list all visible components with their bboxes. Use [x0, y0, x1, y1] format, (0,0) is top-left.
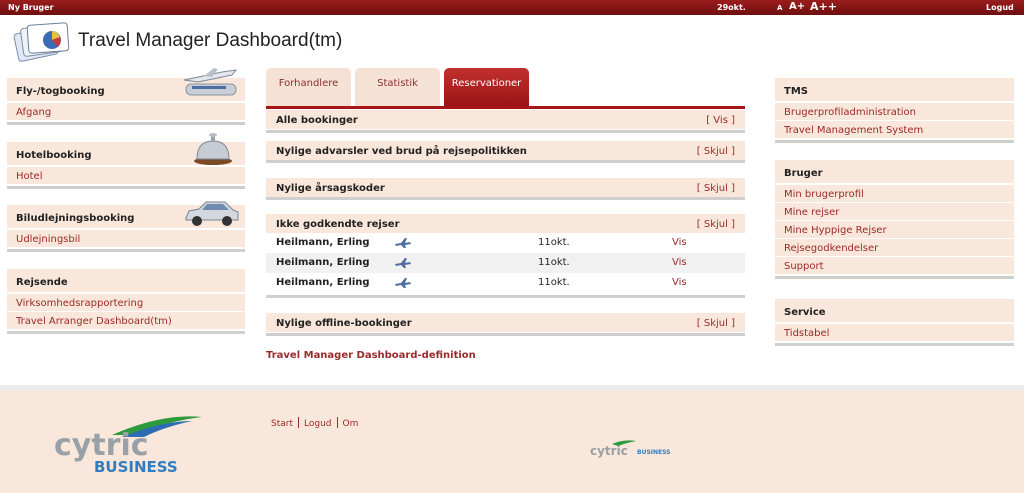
user-title: Bruger	[775, 160, 1014, 185]
table-row: Heilmann, Erling 11okt. Vis	[266, 253, 745, 273]
tab-dealers[interactable]: Forhandlere	[266, 68, 351, 106]
car-icon	[183, 198, 241, 231]
table-row: Heilmann, Erling 11okt. Vis	[266, 233, 745, 253]
hotel-bell-icon	[192, 131, 234, 170]
divider	[775, 140, 1014, 143]
sidebar-item-frequent-trips[interactable]: Mine Hyppige Rejser	[775, 221, 1014, 239]
plane-train-icon	[178, 66, 244, 103]
font-size-small-button[interactable]: A	[777, 4, 782, 12]
table-row: Heilmann, Erling 11okt. Vis	[266, 273, 745, 293]
sidebar-item-departure[interactable]: Afgang	[7, 103, 245, 121]
footer-link-logout[interactable]: Logud	[304, 419, 332, 429]
tab-reservations[interactable]: Reservationer	[444, 68, 529, 106]
font-size-large-button[interactable]: A++	[810, 0, 837, 13]
divider	[7, 186, 245, 189]
cytric-business-small-logo: cytric BUSINESS	[590, 440, 680, 458]
service-title: Service	[775, 299, 1014, 324]
traveler-name: Heilmann, Erling	[276, 257, 370, 268]
sidebar-item-timetable[interactable]: Tidstabel	[775, 324, 1014, 342]
airplane-icon	[395, 278, 411, 288]
trip-date: 11okt.	[538, 237, 570, 248]
traveler-name: Heilmann, Erling	[276, 237, 370, 248]
current-date: 29okt.	[717, 3, 746, 12]
footer-link-about[interactable]: Om	[343, 419, 359, 429]
footer-links: Start Logud Om	[271, 417, 358, 429]
user-box: Bruger Min brugerprofil Mine rejser Mine…	[775, 160, 1014, 279]
traveler-name: Heilmann, Erling	[276, 277, 370, 288]
top-bar: Ny Bruger 29okt. A A+ A++ Logud	[0, 0, 1024, 15]
divider	[775, 343, 1014, 346]
airplane-icon	[395, 258, 411, 268]
footer-link-start[interactable]: Start	[271, 419, 293, 429]
cytric-business-logo: cytric BUSINESS	[52, 415, 212, 477]
offline-bookings-title: Nylige offline-bookinger	[276, 318, 412, 329]
sidebar-item-my-trips[interactable]: Mine rejser	[775, 203, 1014, 221]
offline-bookings-toggle[interactable]: [ Skjul ]	[697, 318, 735, 329]
reason-codes-toggle[interactable]: [ Skjul ]	[697, 183, 735, 194]
all-bookings-title: Alle bookinger	[276, 115, 358, 126]
service-box: Service Tidstabel	[775, 299, 1014, 346]
sidebar-item-support[interactable]: Support	[775, 257, 1014, 275]
new-user-link[interactable]: Ny Bruger	[8, 3, 54, 12]
reason-codes-title: Nylige årsagskoder	[276, 183, 385, 194]
sidebar-item-travel-management-system[interactable]: Travel Management System	[775, 121, 1014, 139]
unapproved-trips-toggle[interactable]: [ Skjul ]	[697, 219, 735, 230]
tab-statistics[interactable]: Statistik	[355, 68, 440, 106]
brand-name-small: cytric	[590, 444, 628, 458]
unapproved-trips-header: Ikke godkendte rejser [ Skjul ]	[266, 214, 745, 233]
all-bookings-header: Alle bookinger [ Vis ]	[266, 110, 745, 129]
sidebar-item-my-profile[interactable]: Min brugerprofil	[775, 185, 1014, 203]
font-size-medium-button[interactable]: A+	[789, 1, 805, 12]
trip-date: 11okt.	[538, 277, 570, 288]
divider	[266, 295, 745, 298]
divider	[298, 417, 299, 428]
logout-link[interactable]: Logud	[986, 3, 1014, 12]
view-trip-link[interactable]: Vis	[672, 257, 687, 268]
dashboard-logo-icon	[12, 20, 74, 64]
divider	[7, 122, 245, 125]
sidebar-item-rental-car[interactable]: Udlejningsbil	[7, 230, 245, 248]
policy-warnings-toggle[interactable]: [ Skjul ]	[697, 146, 735, 157]
view-trip-link[interactable]: Vis	[672, 277, 687, 288]
divider	[775, 276, 1014, 279]
divider	[266, 130, 745, 133]
policy-warnings-title: Nylige advarsler ved brud på rejsepoliti…	[276, 146, 527, 157]
traveler-title: Rejsende	[7, 269, 245, 294]
brand-sub: BUSINESS	[94, 458, 178, 476]
view-trip-link[interactable]: Vis	[672, 237, 687, 248]
unapproved-trips-title: Ikke godkendte rejser	[276, 219, 400, 230]
sidebar-item-company-reporting[interactable]: Virksomhedsrapportering	[7, 294, 245, 312]
tms-box: TMS Brugerprofiladministration Travel Ma…	[775, 78, 1014, 143]
brand-sub-small: BUSINESS	[637, 449, 671, 456]
divider	[7, 249, 245, 252]
airplane-icon	[395, 238, 411, 248]
dashboard-definition-link[interactable]: Travel Manager Dashboard-definition	[266, 350, 476, 361]
sidebar-item-trip-approvals[interactable]: Rejsegodkendelser	[775, 239, 1014, 257]
page-title: Travel Manager Dashboard(tm)	[78, 30, 343, 51]
sidebar-item-user-profile-admin[interactable]: Brugerprofiladministration	[775, 103, 1014, 121]
policy-warnings-header: Nylige advarsler ved brud på rejsepoliti…	[266, 141, 745, 160]
divider	[266, 160, 745, 163]
trip-date: 11okt.	[538, 257, 570, 268]
reason-codes-header: Nylige årsagskoder [ Skjul ]	[266, 178, 745, 197]
tms-title: TMS	[775, 78, 1014, 103]
divider	[266, 333, 745, 336]
divider	[266, 197, 745, 200]
divider	[7, 331, 245, 334]
offline-bookings-header: Nylige offline-bookinger [ Skjul ]	[266, 313, 745, 332]
divider	[336, 417, 338, 428]
all-bookings-toggle[interactable]: [ Vis ]	[706, 115, 735, 126]
traveler-box: Rejsende Virksomhedsrapportering Travel …	[7, 269, 245, 334]
tab-underline	[266, 106, 745, 109]
sidebar-item-travel-arranger-dashboard[interactable]: Travel Arranger Dashboard(tm)	[7, 312, 245, 330]
